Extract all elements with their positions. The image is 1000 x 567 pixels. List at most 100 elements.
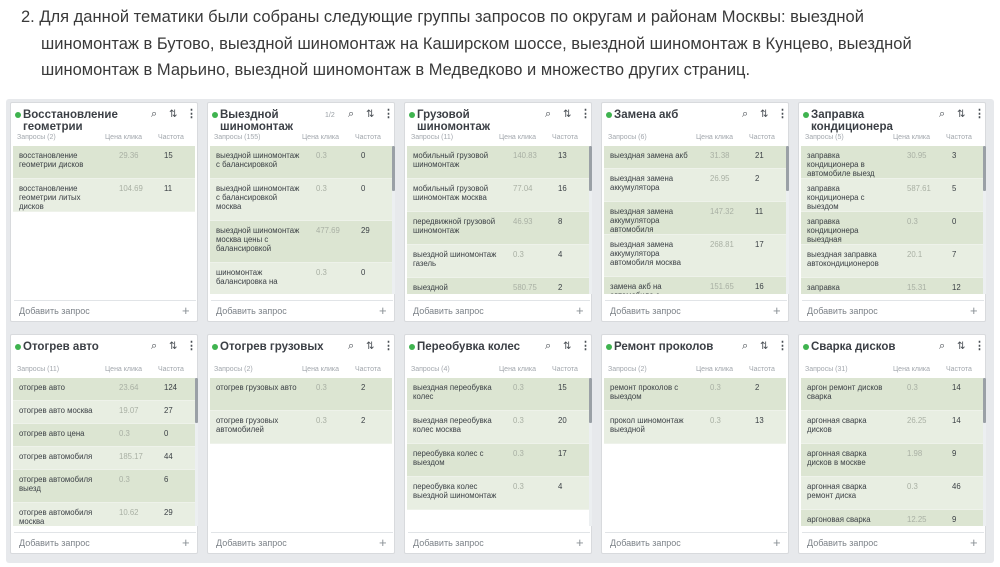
query-row[interactable]: отогрев грузовых авто 0.3 2 bbox=[210, 378, 392, 411]
column-header[interactable]: Восстановление геометрии ⌕ ⇅ ⋮ bbox=[11, 103, 197, 133]
more-menu-icon[interactable]: ⋮ bbox=[580, 109, 591, 120]
scrollbar-thumb[interactable] bbox=[786, 146, 789, 191]
price-header[interactable]: Цена клика bbox=[302, 366, 339, 373]
scrollbar[interactable] bbox=[786, 146, 789, 294]
column-header[interactable]: Сварка дисков ⌕ ⇅ ⋮ bbox=[799, 335, 985, 365]
scrollbar[interactable] bbox=[983, 378, 986, 526]
more-menu-icon[interactable]: ⋮ bbox=[186, 341, 197, 352]
search-icon[interactable]: ⌕ bbox=[742, 341, 748, 352]
search-icon[interactable]: ⌕ bbox=[151, 341, 157, 352]
freq-header[interactable]: Частота bbox=[158, 366, 184, 373]
search-icon[interactable]: ⌕ bbox=[348, 341, 354, 352]
query-row[interactable]: выездная замена акб 31.38 21 bbox=[604, 146, 786, 169]
price-header[interactable]: Цена клика bbox=[696, 134, 733, 141]
search-icon[interactable]: ⌕ bbox=[939, 341, 945, 352]
price-header[interactable]: Цена клика bbox=[696, 366, 733, 373]
query-row[interactable]: отогрев автомобиля москва 10.62 29 bbox=[13, 503, 195, 526]
freq-header[interactable]: Частота bbox=[749, 366, 775, 373]
add-icon[interactable]: + bbox=[576, 303, 584, 318]
more-menu-icon[interactable]: ⋮ bbox=[777, 109, 788, 120]
scrollbar-thumb[interactable] bbox=[195, 378, 198, 423]
sort-icon[interactable]: ⇅ bbox=[957, 341, 965, 352]
query-row[interactable]: отогрев авто москва 19.07 27 bbox=[13, 401, 195, 424]
column-header[interactable]: Ремонт проколов ⌕ ⇅ ⋮ bbox=[602, 335, 788, 365]
query-row[interactable]: выездная переобувка колес москва 0.3 20 bbox=[407, 411, 589, 444]
query-row[interactable]: отогрев автомобиля выезд 0.3 6 bbox=[13, 470, 195, 503]
add-icon[interactable]: + bbox=[182, 303, 190, 318]
query-row[interactable]: аргон ремонт дисков сварка 0.3 14 bbox=[801, 378, 983, 411]
sort-icon[interactable]: ⇅ bbox=[957, 109, 965, 120]
freq-header[interactable]: Частота bbox=[946, 366, 972, 373]
query-row[interactable]: выездная заправка автокондиционеров 20.1… bbox=[801, 245, 983, 278]
search-icon[interactable]: ⌕ bbox=[545, 109, 551, 120]
price-header[interactable]: Цена клика bbox=[302, 134, 339, 141]
add-query-field[interactable]: Добавить запрос + bbox=[408, 532, 590, 552]
column-header[interactable]: Выездной шиномонтаж 1/2 ⌕ ⇅ ⋮ bbox=[208, 103, 394, 133]
query-row[interactable]: шиномонтаж балансировка на 0.3 0 bbox=[210, 263, 392, 294]
add-query-field[interactable]: Добавить запрос + bbox=[14, 300, 196, 320]
add-query-field[interactable]: Добавить запрос + bbox=[605, 532, 787, 552]
query-row[interactable]: аргонная сварка ремонт диска 0.3 46 bbox=[801, 477, 983, 510]
scrollbar-thumb[interactable] bbox=[589, 378, 592, 423]
query-row[interactable]: прокол шиномонтаж выездной 0.3 13 bbox=[604, 411, 786, 444]
add-query-field[interactable]: Добавить запрос + bbox=[211, 532, 393, 552]
sort-icon[interactable]: ⇅ bbox=[563, 109, 571, 120]
query-row[interactable]: отогрев авто цена 0.3 0 bbox=[13, 424, 195, 447]
query-row[interactable]: заправка 15.31 12 bbox=[801, 278, 983, 294]
query-row[interactable]: выездной шиномонтаж газель 0.3 4 bbox=[407, 245, 589, 278]
query-row[interactable]: восстановление геометрии дисков 29.36 15 bbox=[13, 146, 195, 179]
scrollbar[interactable] bbox=[589, 146, 592, 294]
query-row[interactable]: мобильный грузовой шиномонтаж москва 77.… bbox=[407, 179, 589, 212]
query-row[interactable]: мобильный грузовой шиномонтаж 140.83 13 bbox=[407, 146, 589, 179]
more-menu-icon[interactable]: ⋮ bbox=[974, 341, 985, 352]
add-query-field[interactable]: Добавить запрос + bbox=[802, 532, 984, 552]
query-row[interactable]: аргонная сварка дисков 26.25 14 bbox=[801, 411, 983, 444]
more-menu-icon[interactable]: ⋮ bbox=[383, 341, 394, 352]
query-row[interactable]: ремонт проколов с выездом 0.3 2 bbox=[604, 378, 786, 411]
query-row[interactable]: выездной шиномонтаж с балансировкой моск… bbox=[210, 179, 392, 221]
scrollbar-thumb[interactable] bbox=[589, 146, 592, 191]
more-menu-icon[interactable]: ⋮ bbox=[974, 109, 985, 120]
query-row[interactable]: выездная замена аккумулятора автомобиля … bbox=[604, 202, 786, 235]
add-query-field[interactable]: Добавить запрос + bbox=[408, 300, 590, 320]
column-header[interactable]: Замена акб ⌕ ⇅ ⋮ bbox=[602, 103, 788, 133]
price-header[interactable]: Цена клика bbox=[105, 134, 142, 141]
query-row[interactable]: выездная переобувка колес 0.3 15 bbox=[407, 378, 589, 411]
query-row[interactable]: заправка кондиционера с выездом 587.61 5 bbox=[801, 179, 983, 212]
sort-icon[interactable]: ⇅ bbox=[169, 109, 177, 120]
add-icon[interactable]: + bbox=[773, 303, 781, 318]
freq-header[interactable]: Частота bbox=[355, 366, 381, 373]
freq-header[interactable]: Частота bbox=[158, 134, 184, 141]
add-icon[interactable]: + bbox=[970, 535, 978, 550]
search-icon[interactable]: ⌕ bbox=[545, 341, 551, 352]
query-row[interactable]: восстановление геометрии литых дисков 10… bbox=[13, 179, 195, 212]
column-header[interactable]: Грузовой шиномонтаж ⌕ ⇅ ⋮ bbox=[405, 103, 591, 133]
sort-icon[interactable]: ⇅ bbox=[563, 341, 571, 352]
scrollbar[interactable] bbox=[392, 146, 395, 294]
price-header[interactable]: Цена клика bbox=[893, 134, 930, 141]
query-row[interactable]: отогрев авто 23.64 124 bbox=[13, 378, 195, 401]
sort-icon[interactable]: ⇅ bbox=[366, 109, 374, 120]
query-row[interactable]: выездной шиномонтаж москва цены с баланс… bbox=[210, 221, 392, 263]
freq-header[interactable]: Частота bbox=[946, 134, 972, 141]
more-menu-icon[interactable]: ⋮ bbox=[580, 341, 591, 352]
scrollbar[interactable] bbox=[983, 146, 986, 294]
search-icon[interactable]: ⌕ bbox=[151, 109, 157, 120]
add-icon[interactable]: + bbox=[970, 303, 978, 318]
query-row[interactable]: выездная замена аккумулятора автомобиля … bbox=[604, 235, 786, 277]
column-header[interactable]: Отогрев грузовых ⌕ ⇅ ⋮ bbox=[208, 335, 394, 365]
add-query-field[interactable]: Добавить запрос + bbox=[605, 300, 787, 320]
query-row[interactable]: отогрев грузовых автомобилей 0.3 2 bbox=[210, 411, 392, 444]
freq-header[interactable]: Частота bbox=[355, 134, 381, 141]
more-menu-icon[interactable]: ⋮ bbox=[186, 109, 197, 120]
search-icon[interactable]: ⌕ bbox=[939, 109, 945, 120]
add-query-field[interactable]: Добавить запрос + bbox=[802, 300, 984, 320]
query-row[interactable]: замена акб на автомобиле с 151.65 16 bbox=[604, 277, 786, 294]
sort-icon[interactable]: ⇅ bbox=[760, 341, 768, 352]
more-menu-icon[interactable]: ⋮ bbox=[383, 109, 394, 120]
more-menu-icon[interactable]: ⋮ bbox=[777, 341, 788, 352]
price-header[interactable]: Цена клика bbox=[105, 366, 142, 373]
query-row[interactable]: выездной 580.75 2 bbox=[407, 278, 589, 294]
query-row[interactable]: переобувка колес выездной шиномонтаж 0.3… bbox=[407, 477, 589, 510]
query-row[interactable]: аргонная сварка дисков в москве 1.98 9 bbox=[801, 444, 983, 477]
